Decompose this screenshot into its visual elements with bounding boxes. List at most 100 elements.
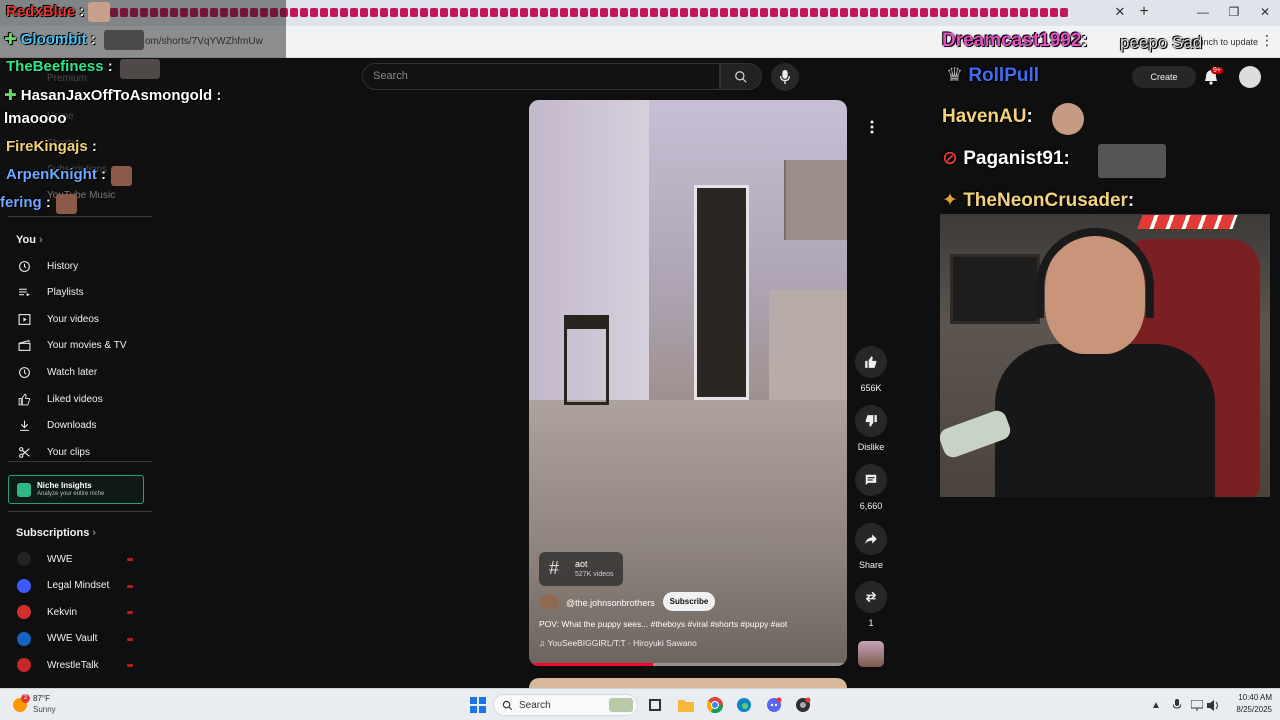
discord-button[interactable] bbox=[764, 695, 784, 715]
browser-tab[interactable] bbox=[660, 8, 668, 17]
weather-temperature[interactable]: 87°F bbox=[33, 694, 50, 703]
more-options-button[interactable] bbox=[858, 113, 886, 141]
browser-tab[interactable] bbox=[1000, 8, 1008, 17]
file-explorer-button[interactable] bbox=[676, 695, 696, 715]
browser-tab[interactable] bbox=[310, 8, 318, 17]
edge-button[interactable] bbox=[734, 695, 754, 715]
browser-tab[interactable] bbox=[430, 8, 438, 17]
browser-tab[interactable] bbox=[560, 8, 568, 17]
browser-tab[interactable] bbox=[730, 8, 738, 17]
browser-tab[interactable] bbox=[950, 8, 958, 17]
browser-tab[interactable] bbox=[580, 8, 588, 17]
weather-condition[interactable]: Sunny bbox=[33, 705, 56, 714]
like-button[interactable] bbox=[855, 346, 887, 378]
browser-tab[interactable] bbox=[400, 8, 408, 17]
taskbar-search-box[interactable]: Search bbox=[493, 694, 638, 716]
browser-tab[interactable] bbox=[410, 8, 418, 17]
browser-tab[interactable] bbox=[530, 8, 538, 17]
browser-tab[interactable] bbox=[700, 8, 708, 17]
browser-tab[interactable] bbox=[500, 8, 508, 17]
short-caption[interactable]: POV: What the puppy sees... #theboys #vi… bbox=[539, 619, 787, 629]
browser-tab[interactable] bbox=[960, 8, 968, 17]
browser-tab[interactable] bbox=[540, 8, 548, 17]
close-tab-icon[interactable]: ✕ bbox=[1113, 5, 1127, 19]
browser-tab[interactable] bbox=[620, 8, 628, 17]
browser-tab[interactable] bbox=[340, 8, 348, 17]
browser-tab[interactable] bbox=[380, 8, 388, 17]
browser-tab[interactable] bbox=[980, 8, 988, 17]
browser-tab[interactable] bbox=[1010, 8, 1018, 17]
comments-button[interactable] bbox=[855, 464, 887, 496]
browser-tab[interactable] bbox=[350, 8, 358, 17]
show-hidden-icons-button[interactable]: ▲ bbox=[1146, 695, 1166, 715]
browser-tab[interactable] bbox=[670, 8, 678, 17]
audio-source-thumbnail[interactable] bbox=[858, 641, 884, 667]
sidebar-item-your-videos[interactable]: Your videos bbox=[0, 306, 152, 332]
browser-tab[interactable] bbox=[910, 8, 918, 17]
sidebar-item-history[interactable]: History bbox=[0, 253, 152, 279]
dislike-button[interactable] bbox=[855, 405, 887, 437]
browser-tab[interactable] bbox=[1040, 8, 1048, 17]
browser-tab[interactable] bbox=[680, 8, 688, 17]
maximize-icon[interactable]: ❐ bbox=[1224, 5, 1244, 19]
browser-tab[interactable] bbox=[930, 8, 938, 17]
browser-tab[interactable] bbox=[610, 8, 618, 17]
sidebar-item-liked-videos[interactable]: Liked videos bbox=[0, 386, 152, 412]
voice-search-button[interactable] bbox=[771, 63, 799, 91]
browser-tab[interactable] bbox=[790, 8, 798, 17]
browser-menu-icon[interactable]: ⋮ bbox=[1260, 32, 1274, 49]
browser-tab[interactable] bbox=[830, 8, 838, 17]
browser-tab[interactable] bbox=[290, 8, 298, 17]
sidebar-item-downloads[interactable]: Downloads bbox=[0, 413, 152, 439]
sidebar-item-watch-later[interactable]: Watch later bbox=[0, 359, 152, 385]
browser-tab[interactable] bbox=[460, 8, 468, 17]
niche-insights-button[interactable]: Niche Insights Analyze your entire niche bbox=[8, 475, 144, 504]
subscriptions-section-heading[interactable]: Subscriptions › bbox=[16, 527, 96, 539]
browser-tab[interactable] bbox=[1050, 8, 1058, 17]
browser-tab[interactable] bbox=[590, 8, 598, 17]
browser-tab[interactable] bbox=[710, 8, 718, 17]
microphone-tray-icon[interactable] bbox=[1167, 695, 1187, 715]
subscribe-button[interactable]: Subscribe bbox=[663, 592, 715, 611]
browser-tab[interactable] bbox=[870, 8, 878, 17]
account-avatar[interactable] bbox=[1239, 66, 1261, 88]
browser-tab[interactable] bbox=[630, 8, 638, 17]
browser-tab[interactable] bbox=[940, 8, 948, 17]
channel-avatar[interactable] bbox=[539, 594, 559, 610]
sidebar-item-your-movies-tv[interactable]: Your movies & TV bbox=[0, 333, 152, 359]
browser-tab[interactable] bbox=[420, 8, 428, 17]
browser-tab[interactable] bbox=[360, 8, 368, 17]
browser-tab[interactable] bbox=[600, 8, 608, 17]
browser-tab[interactable] bbox=[1020, 8, 1028, 17]
new-tab-icon[interactable]: + bbox=[1137, 4, 1151, 20]
create-button[interactable]: Create bbox=[1132, 66, 1196, 88]
browser-tab[interactable] bbox=[780, 8, 788, 17]
sidebar-item-playlists[interactable]: Playlists bbox=[0, 280, 152, 306]
browser-tab[interactable] bbox=[880, 8, 888, 17]
browser-tab[interactable] bbox=[520, 8, 528, 17]
browser-tab[interactable] bbox=[850, 8, 858, 17]
browser-tab[interactable] bbox=[860, 8, 868, 17]
channel-name[interactable]: @the.johnsonbrothers bbox=[566, 598, 655, 608]
browser-tab[interactable] bbox=[300, 8, 308, 17]
minimize-icon[interactable]: — bbox=[1193, 5, 1213, 19]
browser-tab[interactable] bbox=[480, 8, 488, 17]
browser-tab[interactable] bbox=[450, 8, 458, 17]
taskbar-date[interactable]: 8/25/2025 bbox=[1220, 705, 1272, 714]
yt-search-box[interactable]: Search bbox=[362, 63, 720, 90]
obs-button[interactable] bbox=[793, 695, 813, 715]
music-attribution[interactable]: ♫ YouSeeBIGGIRL/T:T · Hiroyuki Sawano bbox=[539, 638, 697, 648]
remix-button[interactable] bbox=[855, 581, 887, 613]
browser-tab[interactable] bbox=[330, 8, 338, 17]
browser-tab[interactable] bbox=[320, 8, 328, 17]
browser-tab[interactable] bbox=[900, 8, 908, 17]
browser-tab[interactable] bbox=[840, 8, 848, 17]
browser-tab[interactable] bbox=[640, 8, 648, 17]
video-progress-bar[interactable] bbox=[529, 663, 847, 666]
taskbar-time[interactable]: 10:40 AM bbox=[1220, 693, 1272, 702]
browser-tab[interactable] bbox=[760, 8, 768, 17]
hashtag-chip[interactable]: # aot 527K videos bbox=[539, 552, 623, 586]
browser-tab[interactable] bbox=[1030, 8, 1038, 17]
browser-tab[interactable] bbox=[750, 8, 758, 17]
browser-tab[interactable] bbox=[740, 8, 748, 17]
